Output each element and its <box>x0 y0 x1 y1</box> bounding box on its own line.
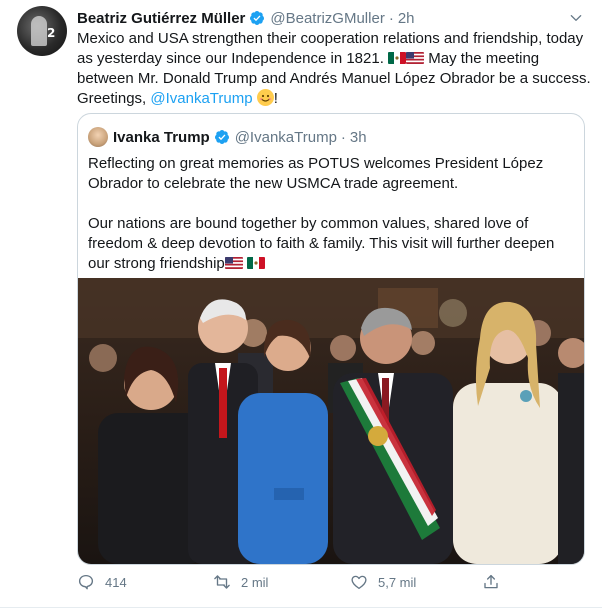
usa-flag-icon <box>406 52 425 64</box>
tweet-text-end: ! <box>273 90 278 107</box>
tweet-text: Mexico and USA strengthen their cooperat… <box>77 29 592 109</box>
quoted-paragraph-2-wrap: Our nations are bound together by common… <box>88 214 574 274</box>
group-photo[interactable] <box>78 278 584 564</box>
chevron-down-icon[interactable] <box>568 10 584 26</box>
quoted-author-handle: @IvankaTrump <box>234 128 337 146</box>
retweet-icon <box>214 575 230 589</box>
reply-button[interactable]: 414 <box>77 573 127 591</box>
mexico-flag-icon <box>388 52 407 64</box>
retweet-button[interactable]: 2 mil <box>213 573 268 591</box>
smiling-face-icon <box>256 89 274 106</box>
quoted-tweet[interactable]: Ivanka Trump @IvankaTrump · 3h Reflectin… <box>77 113 585 565</box>
quoted-paragraph-2: Our nations are bound together by common… <box>88 215 555 272</box>
separator-dot: · <box>388 9 394 27</box>
mention-link[interactable]: @IvankaTrump <box>150 90 252 107</box>
like-button[interactable]: 5,7 mil <box>350 573 416 591</box>
share-icon <box>484 574 498 589</box>
author-avatar[interactable]: 2 <box>17 6 67 56</box>
mexico-flag-icon <box>246 257 265 269</box>
tweet-timestamp[interactable]: 2h <box>398 10 415 27</box>
quoted-paragraph-1: Reflecting on great memories as POTUS we… <box>88 155 544 192</box>
verified-badge-icon <box>214 130 229 144</box>
quoted-tweet-header: Ivanka Trump @IvankaTrump · 3h <box>113 127 367 147</box>
share-button[interactable] <box>482 573 500 591</box>
usa-flag-icon <box>224 257 243 269</box>
tweet-actions: 414 2 mil 5,7 mil <box>77 573 517 595</box>
avatar-overlay-glyph: 2 <box>47 26 56 40</box>
author-handle[interactable]: @BeatrizGMuller <box>270 10 384 27</box>
reply-icon <box>78 574 94 590</box>
separator-dot: · <box>340 128 346 146</box>
verified-badge-icon <box>250 11 265 25</box>
reply-count: 414 <box>105 574 127 590</box>
avatar-figure <box>31 16 47 46</box>
quoted-tweet-timestamp: 3h <box>349 128 367 146</box>
quoted-author-name: Ivanka Trump <box>113 128 210 146</box>
author-name[interactable]: Beatriz Gutiérrez Müller <box>77 10 245 27</box>
quoted-author-avatar <box>88 127 108 147</box>
quoted-tweet-text: Reflecting on great memories as POTUS we… <box>88 154 574 274</box>
like-count: 5,7 mil <box>378 574 417 590</box>
tweet[interactable]: 2 Beatriz Gutiérrez Müller @BeatrizGMull… <box>0 0 602 608</box>
retweet-count: 2 mil <box>241 574 269 590</box>
tweet-header: Beatriz Gutiérrez Müller @BeatrizGMuller… <box>77 9 415 27</box>
heart-icon <box>351 575 367 590</box>
